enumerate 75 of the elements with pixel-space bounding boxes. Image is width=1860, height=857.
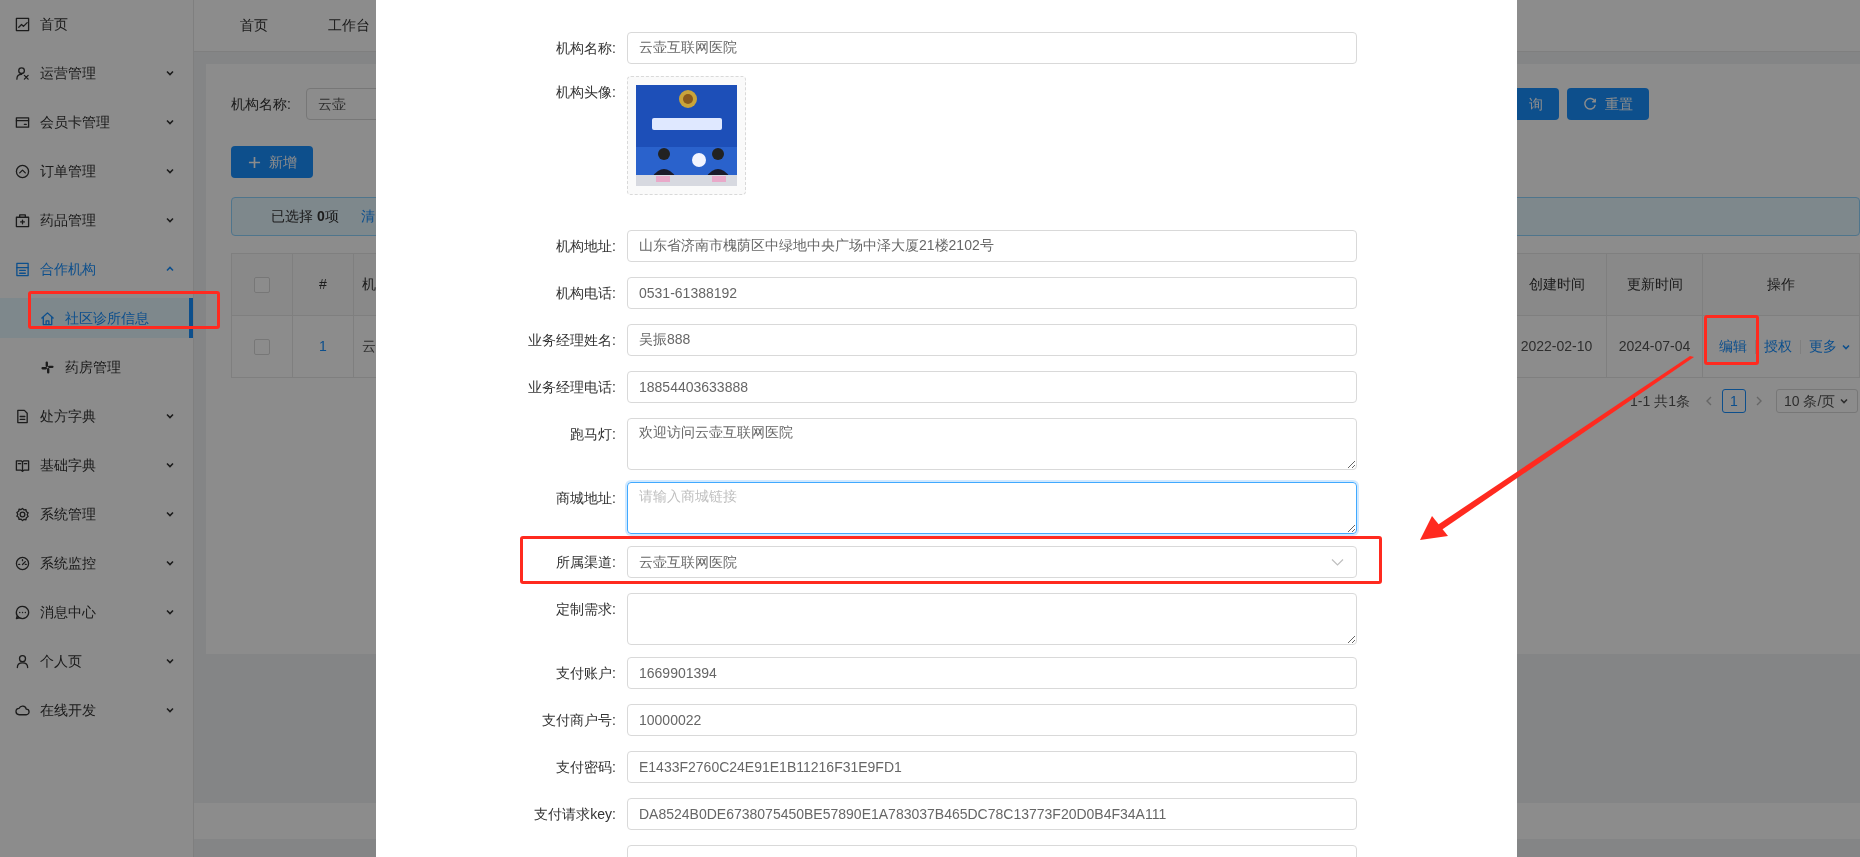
previous-icon (1704, 395, 1714, 407)
menu-item[interactable]: 在线开发 (0, 690, 193, 730)
header-tab[interactable]: 工作台 (298, 0, 400, 51)
book-icon (15, 457, 30, 473)
field-label: 支付密码: (556, 757, 616, 777)
user-icon (15, 653, 30, 669)
chat-icon (15, 604, 30, 620)
field-label: 机构头像: (556, 82, 616, 102)
page-size-select[interactable]: 10 条/页 (1776, 389, 1858, 413)
field-label: 商城地址: (556, 488, 616, 508)
bag-icon (15, 212, 30, 228)
menu-item[interactable]: 系统监控 (0, 543, 193, 583)
avatar-upload[interactable] (627, 76, 746, 195)
chart-icon (15, 16, 30, 32)
settings-icon (15, 506, 30, 522)
field-label: 定制需求: (556, 599, 616, 619)
menu-item[interactable]: 运营管理 (0, 53, 193, 93)
next-icon (1754, 395, 1764, 407)
text-area[interactable]: 欢迎访问云壶互联网医院 (627, 418, 1357, 470)
menu-item[interactable]: 会员卡管理 (0, 102, 193, 142)
field-label: 所属渠道: (556, 552, 616, 572)
menu-item[interactable]: 个人页 (0, 641, 193, 681)
menu-item[interactable]: 药品管理 (0, 200, 193, 240)
text-input[interactable]: DA8524B0DE6738075450BE57890E1A783037B465DC78C13773F20D0B4F34A111 (627, 798, 1357, 830)
column-header: 更新时间 (1626, 275, 1683, 294)
menu-item[interactable]: 处方字典 (0, 396, 193, 436)
text-area[interactable] (627, 593, 1357, 645)
table-cell-text: 2022-02-10 (1520, 337, 1593, 356)
card-icon (15, 114, 30, 130)
menu-item[interactable]: 首页 (0, 4, 193, 44)
gauge-icon (15, 555, 30, 571)
submenu-item[interactable]: 药房管理 (0, 347, 193, 387)
field-label: 支付请求key: (534, 804, 616, 824)
column-header: 操作 (1767, 275, 1795, 294)
menu-item[interactable]: 订单管理 (0, 151, 193, 191)
field-label: 支付商户号: (542, 710, 616, 730)
field-label: 机构电话: (556, 283, 616, 303)
text-input[interactable]: E1433F2760C24E91E1B11216F31E9FD1 (627, 751, 1357, 783)
plus-icon (247, 155, 261, 169)
field-label: 跑马灯: (570, 424, 616, 444)
text-input[interactable]: 0531-61388192 (627, 277, 1357, 309)
menu-item[interactable]: 基础字典 (0, 445, 193, 485)
text-input[interactable]: 10000022 (627, 704, 1357, 736)
field-label: 支付账户: (556, 663, 616, 683)
people-icon (15, 65, 30, 81)
text-input[interactable]: 吴振888 (627, 324, 1357, 356)
field-label: 业务经理姓名: (528, 330, 616, 350)
column-header: 创建时间 (1528, 275, 1585, 294)
text-input[interactable]: 云壶互联网医院 (627, 32, 1357, 64)
channel-select[interactable]: 云壶互联网医院 (627, 546, 1357, 578)
column-header: 机 (362, 275, 376, 294)
text-input[interactable]: 18854403633888 (627, 371, 1357, 403)
chevron-icon (1331, 557, 1344, 567)
file-icon (15, 408, 30, 424)
home-icon (40, 310, 55, 326)
field-label: 业务经理电话: (528, 377, 616, 397)
text-input[interactable]: 1669901394 (627, 657, 1357, 689)
reload-icon (1583, 97, 1597, 111)
selection-count: 已选择 0项 (271, 207, 339, 226)
annotation-box (1704, 315, 1759, 365)
field-label: 机构地址: (556, 236, 616, 256)
text-input[interactable]: 山东省济南市槐荫区中绿地中央广场中泽大厦21楼2102号 (627, 230, 1357, 262)
column-header: # (319, 275, 327, 294)
filter-label: 机构名称: (231, 94, 292, 114)
text-area[interactable]: 请输入商城链接 (627, 482, 1357, 534)
table-cell-text: 2024-07-04 (1618, 337, 1691, 356)
cloud-icon (15, 702, 30, 718)
menu-item[interactable]: 系统管理 (0, 494, 193, 534)
chevron-icon (1839, 396, 1850, 406)
building-icon (15, 261, 30, 277)
field-label: 机构名称: (556, 38, 616, 58)
table-cell-text: 云 (362, 337, 376, 356)
circle-chevron-icon (15, 163, 30, 179)
menu-item[interactable]: 消息中心 (0, 592, 193, 632)
header-tab[interactable]: 首页 (210, 0, 298, 51)
